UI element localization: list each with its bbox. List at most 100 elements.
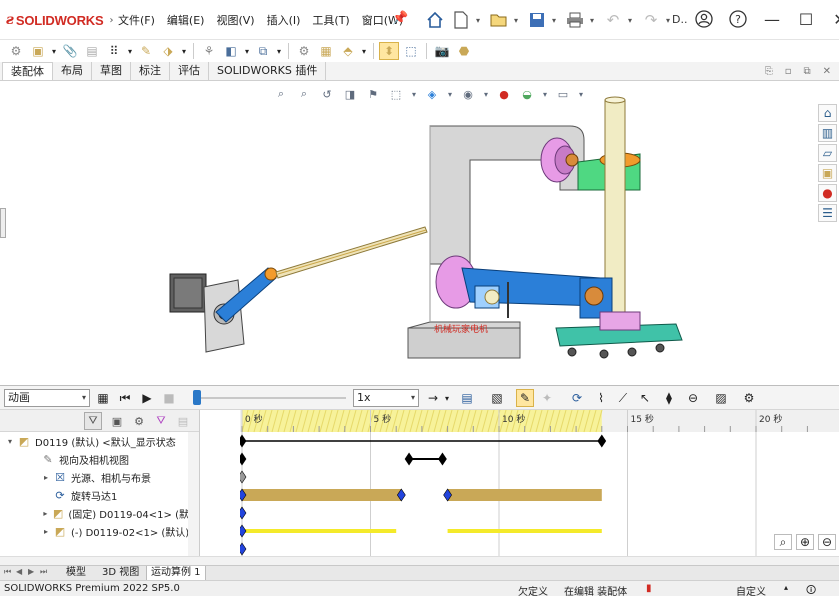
menu-insert[interactable]: 插入(I) xyxy=(267,12,301,28)
tile-icon[interactable]: ⧉ xyxy=(803,66,810,77)
play-from-start-icon[interactable]: ⏮ xyxy=(116,389,134,407)
autokey-icon[interactable]: ✎ xyxy=(516,389,534,407)
first-tab-icon[interactable]: ⏮ xyxy=(4,567,11,577)
motor-tool-icon[interactable]: ⟳ xyxy=(568,389,586,407)
tab-layout[interactable]: 布局 xyxy=(53,62,92,80)
tree-row-part-04[interactable]: ▸ ◩ (固定) D0119-04<1> (默认 xyxy=(0,504,199,522)
chevron-down-icon[interactable]: ▾ xyxy=(552,16,560,25)
assembly-features-icon[interactable]: ◧ xyxy=(221,42,241,60)
open-folder-icon[interactable] xyxy=(488,9,510,31)
search-commands-truncated[interactable]: D.. xyxy=(672,13,687,26)
study-type-select[interactable]: 动画 ▾ xyxy=(4,389,90,407)
tab-3d-views[interactable]: 3D 视图 xyxy=(98,566,143,580)
contact-icon[interactable]: ⧫ xyxy=(660,389,678,407)
move-component-icon[interactable]: ⬗ xyxy=(158,42,178,60)
apply-scene-icon[interactable]: ◒ xyxy=(518,86,536,102)
chevron-up-icon[interactable]: ▴ xyxy=(784,583,788,592)
home-icon[interactable] xyxy=(424,9,446,31)
take-snapshot-icon[interactable]: 📷 xyxy=(432,42,452,60)
save-icon[interactable] xyxy=(526,9,548,31)
graphics-area[interactable]: 机械玩家电机 ⌕ ⌕ ↺ ◨ ⚑ ⬚ ▾ ◈ ▾ ◉ ▾ ● ◒ ▾ ▭ ▾ xyxy=(0,82,818,384)
zoom-to-fit-icon[interactable]: ⌕ xyxy=(774,534,792,550)
next-tab-icon[interactable]: ▶ xyxy=(28,567,34,576)
playback-mode-icon[interactable]: → xyxy=(424,389,442,407)
bill-of-materials-icon[interactable]: ▦ xyxy=(316,42,336,60)
chevron-down-icon[interactable]: ▾ xyxy=(243,42,251,60)
tree-row-part-02[interactable]: ▸ ◩ (-) D0119-02<1> (默认) xyxy=(0,522,199,540)
chevron-down-icon[interactable]: ▾ xyxy=(126,42,134,60)
close-icon[interactable]: ✕ xyxy=(828,7,839,31)
chevron-down-icon[interactable]: ▾ xyxy=(628,16,636,25)
stop-icon[interactable]: ■ xyxy=(160,389,178,407)
results-plots-icon[interactable]: ▨ xyxy=(712,389,730,407)
expand-toggle[interactable]: ▸ xyxy=(40,527,52,536)
playback-slider-track[interactable] xyxy=(196,397,346,399)
playback-speed-select[interactable]: 1x ▾ xyxy=(353,389,419,407)
chevron-down-icon[interactable]: ▾ xyxy=(541,86,549,102)
prev-tab-icon[interactable]: ◀ xyxy=(16,567,22,576)
filter-driving-icon[interactable]: ⚙ xyxy=(130,412,148,430)
print-icon[interactable] xyxy=(564,9,586,31)
zoom-to-area-icon[interactable]: ⌕ xyxy=(295,86,313,102)
filter-icon[interactable]: ⛛ xyxy=(84,412,102,430)
user-account-icon[interactable] xyxy=(692,7,716,31)
instant3d-icon[interactable]: ⬍ xyxy=(379,42,399,60)
appearances-icon[interactable]: ● xyxy=(818,184,837,202)
section-view-icon[interactable]: ◨ xyxy=(341,86,359,102)
zoom-out-icon[interactable]: ⊖ xyxy=(818,534,836,550)
help-icon[interactable]: ? xyxy=(726,7,750,31)
tab-sketch[interactable]: 草图 xyxy=(92,62,131,80)
minimize-icon[interactable]: — xyxy=(760,7,784,31)
dynamic-annotation-icon[interactable]: ⚑ xyxy=(364,86,382,102)
assembly-model[interactable]: 机械玩家电机 xyxy=(0,82,818,384)
study-properties-icon[interactable]: ⚙ xyxy=(740,389,758,407)
tree-row-lights[interactable]: ▸ ☒ 光源、相机与布景 xyxy=(0,468,199,486)
restore-icon[interactable]: ▫ xyxy=(785,66,792,77)
chevron-down-icon[interactable]: ▾ xyxy=(275,42,283,60)
last-tab-icon[interactable]: ⏭ xyxy=(40,567,47,577)
component-preview-icon[interactable]: ▤ xyxy=(82,42,102,60)
insert-component-icon[interactable]: ⚙ xyxy=(6,42,26,60)
motion-timeline[interactable]: 0 秒 5 秒 10 秒 15 秒 20 秒 xyxy=(240,410,839,556)
custom-properties-icon[interactable]: ☰ xyxy=(818,204,837,222)
previous-icon[interactable]: ⎘ xyxy=(765,66,773,77)
design-library-icon[interactable]: ▥ xyxy=(818,124,837,142)
chevron-down-icon[interactable]: ▾ xyxy=(446,86,454,102)
solidworks-logo[interactable]: ƨ SOLIDWORKS › xyxy=(6,11,113,29)
zoom-in-icon[interactable]: ⊕ xyxy=(796,534,814,550)
menu-view[interactable]: 视图(V) xyxy=(216,12,254,28)
tree-scrollbar[interactable] xyxy=(188,432,199,556)
save-animation-icon[interactable]: ▤ xyxy=(458,389,476,407)
hide-show-icon[interactable]: ◉ xyxy=(459,86,477,102)
tree-row-root[interactable]: ▾ ◩ D0119 (默认) <默认_显示状态 xyxy=(0,432,199,450)
chevron-down-icon[interactable]: ▾ xyxy=(442,389,452,407)
animation-wizard-icon[interactable]: ▧ xyxy=(488,389,506,407)
zoom-to-fit-icon[interactable]: ⌕ xyxy=(272,86,290,102)
maximize-icon[interactable]: ☐ xyxy=(794,7,818,31)
show-hidden-icon[interactable]: ⚘ xyxy=(199,42,219,60)
tab-assembly[interactable]: 装配体 xyxy=(2,62,53,80)
file-explorer-icon[interactable]: ▱ xyxy=(818,144,837,162)
tab-motion-study-1[interactable]: 运动算例 1 xyxy=(146,566,206,580)
chevron-down-icon[interactable]: ▾ xyxy=(590,16,598,25)
reference-geometry-icon[interactable]: ⧉ xyxy=(253,42,273,60)
playback-slider-thumb[interactable] xyxy=(193,390,201,405)
feature-tree-flyout-handle[interactable] xyxy=(0,208,6,238)
chevron-down-icon[interactable]: ▾ xyxy=(410,86,418,102)
tab-evaluate[interactable]: 评估 xyxy=(170,62,209,80)
new-motion-study-icon[interactable]: ⚙ xyxy=(294,42,314,60)
pin-icon[interactable]: 📌 xyxy=(392,11,408,26)
display-style-icon[interactable]: ◈ xyxy=(423,86,441,102)
chevron-down-icon[interactable]: ▾ xyxy=(476,16,484,25)
tab-markup[interactable]: 标注 xyxy=(131,62,170,80)
filter-results-icon[interactable]: ▤ xyxy=(174,412,192,430)
expand-toggle[interactable]: ▸ xyxy=(40,509,51,518)
gravity-icon[interactable]: ⊖ xyxy=(684,389,702,407)
rebuild-indicator-icon[interactable]: ▮ xyxy=(646,583,652,594)
previous-view-icon[interactable]: ↺ xyxy=(318,86,336,102)
update-speedpak-icon[interactable]: ⬚ xyxy=(401,42,421,60)
tab-model[interactable]: 模型 xyxy=(62,566,90,580)
new-part-icon[interactable]: ▣ xyxy=(28,42,48,60)
chevron-down-icon[interactable]: ▾ xyxy=(180,42,188,60)
force-icon[interactable]: ↖ xyxy=(636,389,654,407)
